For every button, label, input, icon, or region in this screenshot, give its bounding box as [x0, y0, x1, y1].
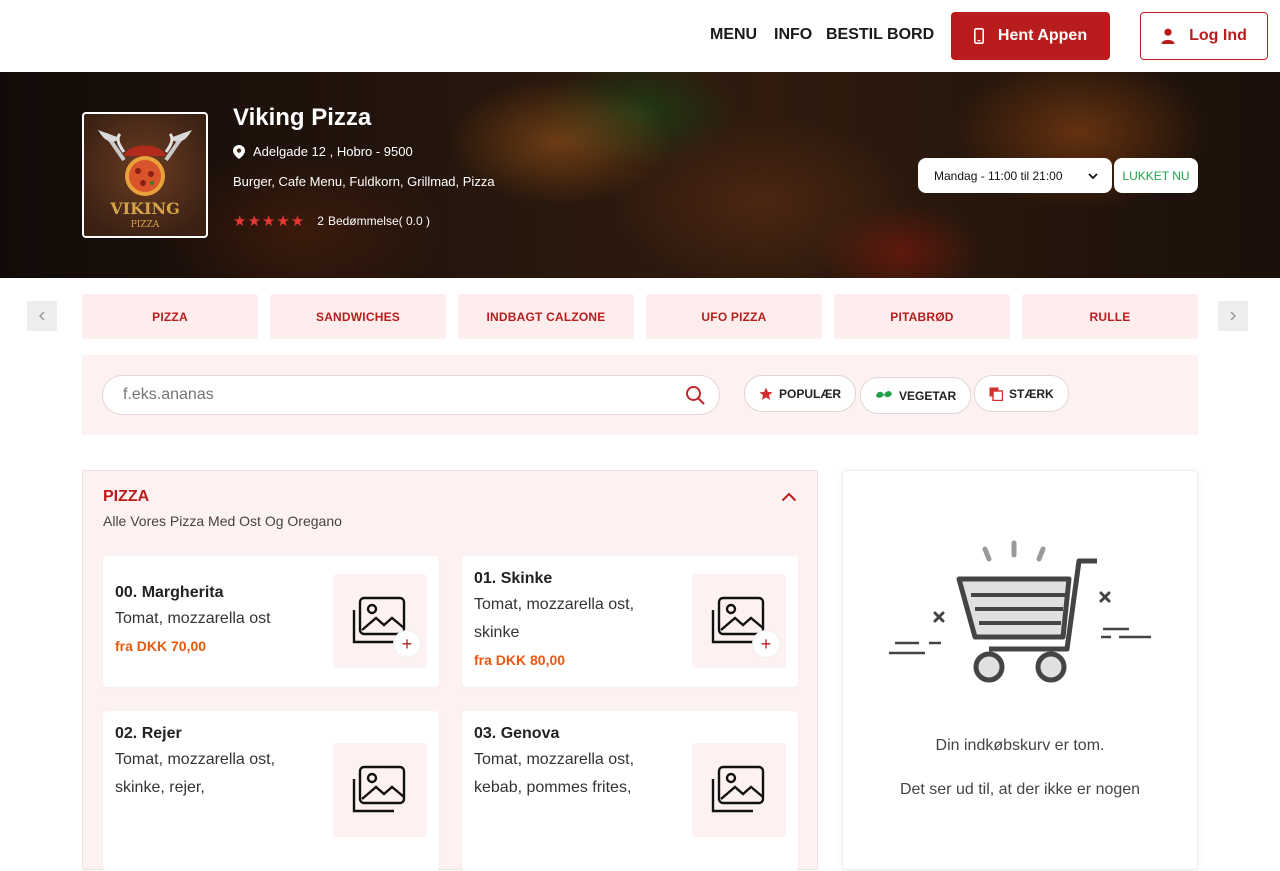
menu-item-card[interactable]: 03. Genova Tomat, mozzarella ost, kebab,… [462, 711, 798, 871]
opening-hours-value: Mandag - 11:00 til 21:00 [934, 168, 1063, 183]
cart-empty-text: Det ser ud til, at der ikke er nogen [899, 781, 1141, 798]
tab-indbagt-calzone[interactable]: INDBAGT CALZONE [458, 294, 634, 339]
item-image-placeholder [692, 743, 786, 837]
user-icon [1161, 28, 1175, 44]
logo-title-text: VIKING [109, 199, 180, 218]
restaurant-name: Viking Pizza [233, 104, 372, 131]
chevron-left-icon [39, 311, 45, 321]
menu-item-card[interactable]: 00. Margherita Tomat, mozzarella ost fra… [103, 556, 439, 687]
restaurant-hero: VIKING PIZZA Viking Pizza Adelgade 12 , … [0, 72, 1280, 278]
nav-book-table-link[interactable]: BESTIL BORD [826, 26, 934, 44]
get-app-button[interactable]: Hent Appen [951, 12, 1110, 60]
item-price: fra DKK 70,00 [115, 638, 207, 654]
search-icon[interactable] [685, 385, 705, 405]
item-description: Tomat, mozzarella ost [115, 610, 271, 627]
login-button[interactable]: Log Ind [1140, 12, 1268, 60]
rating-text: Bedømmelse( 0.0 ) [327, 214, 430, 228]
tab-pitabrod[interactable]: PITABRØD [834, 294, 1010, 339]
add-to-cart-button[interactable]: + [752, 630, 780, 658]
filter-popular-label: POPULÆR [779, 386, 842, 401]
item-image-placeholder [333, 743, 427, 837]
restaurant-categories: Burger, Cafe Menu, Fuldkorn, Grillmad, P… [233, 174, 495, 189]
review-count: 2 [317, 214, 324, 228]
restaurant-address: Adelgade 12 , Hobro - 9500 [233, 144, 413, 159]
item-name: 00. Margherita [115, 584, 224, 601]
nav-menu-link[interactable]: MENU [710, 26, 757, 44]
filter-spicy-label: STÆRK [1009, 386, 1054, 401]
chevron-right-icon [1230, 311, 1236, 321]
item-price: fra DKK 80,00 [474, 652, 566, 668]
search-box [102, 375, 720, 415]
address-text: Adelgade 12 , Hobro - 9500 [253, 144, 413, 159]
star-icon [759, 387, 773, 400]
open-status-badge: LUKKET NU [1114, 158, 1198, 193]
logo-subtitle-text: PIZZA [131, 220, 160, 230]
tab-ufo-pizza[interactable]: UFO PIZZA [646, 294, 822, 339]
add-to-cart-button[interactable]: + [393, 630, 421, 658]
empty-cart-icon [889, 540, 1151, 683]
chevron-down-icon [1088, 172, 1098, 179]
viking-logo-graphic: VIKING PIZZA [98, 130, 192, 230]
image-placeholder-icon [352, 765, 406, 813]
spicy-icon [989, 387, 1003, 401]
tab-rulle[interactable]: RULLE [1022, 294, 1198, 339]
get-app-label: Hent Appen [997, 27, 1088, 44]
phone-icon [973, 28, 984, 44]
item-name: 01. Skinke [474, 570, 553, 587]
cart-panel: Din indkøbskurv er tom. Det ser ud til, … [842, 470, 1198, 870]
top-navbar: MENU INFO BESTIL BORD Hent Appen Log Ind [0, 0, 1280, 72]
rating-stars: ★★★★★ [233, 213, 306, 230]
nav-info-link[interactable]: INFO [774, 26, 812, 44]
leaf-icon [876, 390, 892, 398]
image-placeholder-icon [711, 765, 765, 813]
restaurant-rating: ★★★★★ 2 Bedømmelse( 0.0 ) [233, 212, 430, 230]
item-name: 03. Genova [474, 725, 560, 742]
menu-item-card[interactable]: 01. Skinke Tomat, mozzarella ost, skinke… [462, 556, 798, 687]
opening-hours-select[interactable]: Mandag - 11:00 til 21:00 [918, 158, 1112, 193]
tab-sandwiches[interactable]: SANDWICHES [270, 294, 446, 339]
filter-vegetarian-label: VEGETAR [899, 388, 957, 403]
filter-vegetarian-chip[interactable]: VEGETAR [860, 377, 972, 414]
item-description: Tomat, mozzarella ost, skinke [474, 596, 635, 641]
search-filter-bar: POPULÆR VEGETAR STÆRK [82, 355, 1198, 435]
item-image-placeholder: + [692, 574, 786, 668]
item-name: 02. Rejer [115, 725, 182, 742]
item-description: Tomat, mozzarella ost, kebab, pommes fri… [474, 751, 635, 796]
search-input[interactable] [123, 386, 663, 404]
restaurant-logo: VIKING PIZZA [82, 112, 208, 238]
section-title: PIZZA [103, 488, 150, 505]
filter-spicy-chip[interactable]: STÆRK [974, 375, 1069, 412]
item-description: Tomat, mozzarella ost, skinke, rejer, [115, 751, 276, 796]
tab-pizza[interactable]: PIZZA [82, 294, 258, 339]
cart-empty-title: Din indkøbskurv er tom. [935, 737, 1105, 754]
menu-section-pizza: PIZZA Alle Vores Pizza Med Ost Og Oregan… [82, 470, 818, 871]
collapse-section-button[interactable] [779, 487, 799, 507]
item-image-placeholder: + [333, 574, 427, 668]
login-label: Log Ind [1189, 27, 1247, 44]
location-pin-icon [233, 144, 245, 159]
tabs-scroll-right-button[interactable] [1218, 301, 1248, 331]
chevron-up-icon [781, 492, 797, 502]
section-subtitle: Alle Vores Pizza Med Ost Og Oregano [103, 513, 342, 529]
filter-popular-chip[interactable]: POPULÆR [744, 375, 857, 412]
menu-item-card[interactable]: 02. Rejer Tomat, mozzarella ost, skinke,… [103, 711, 439, 871]
tabs-scroll-left-button[interactable] [27, 301, 57, 331]
